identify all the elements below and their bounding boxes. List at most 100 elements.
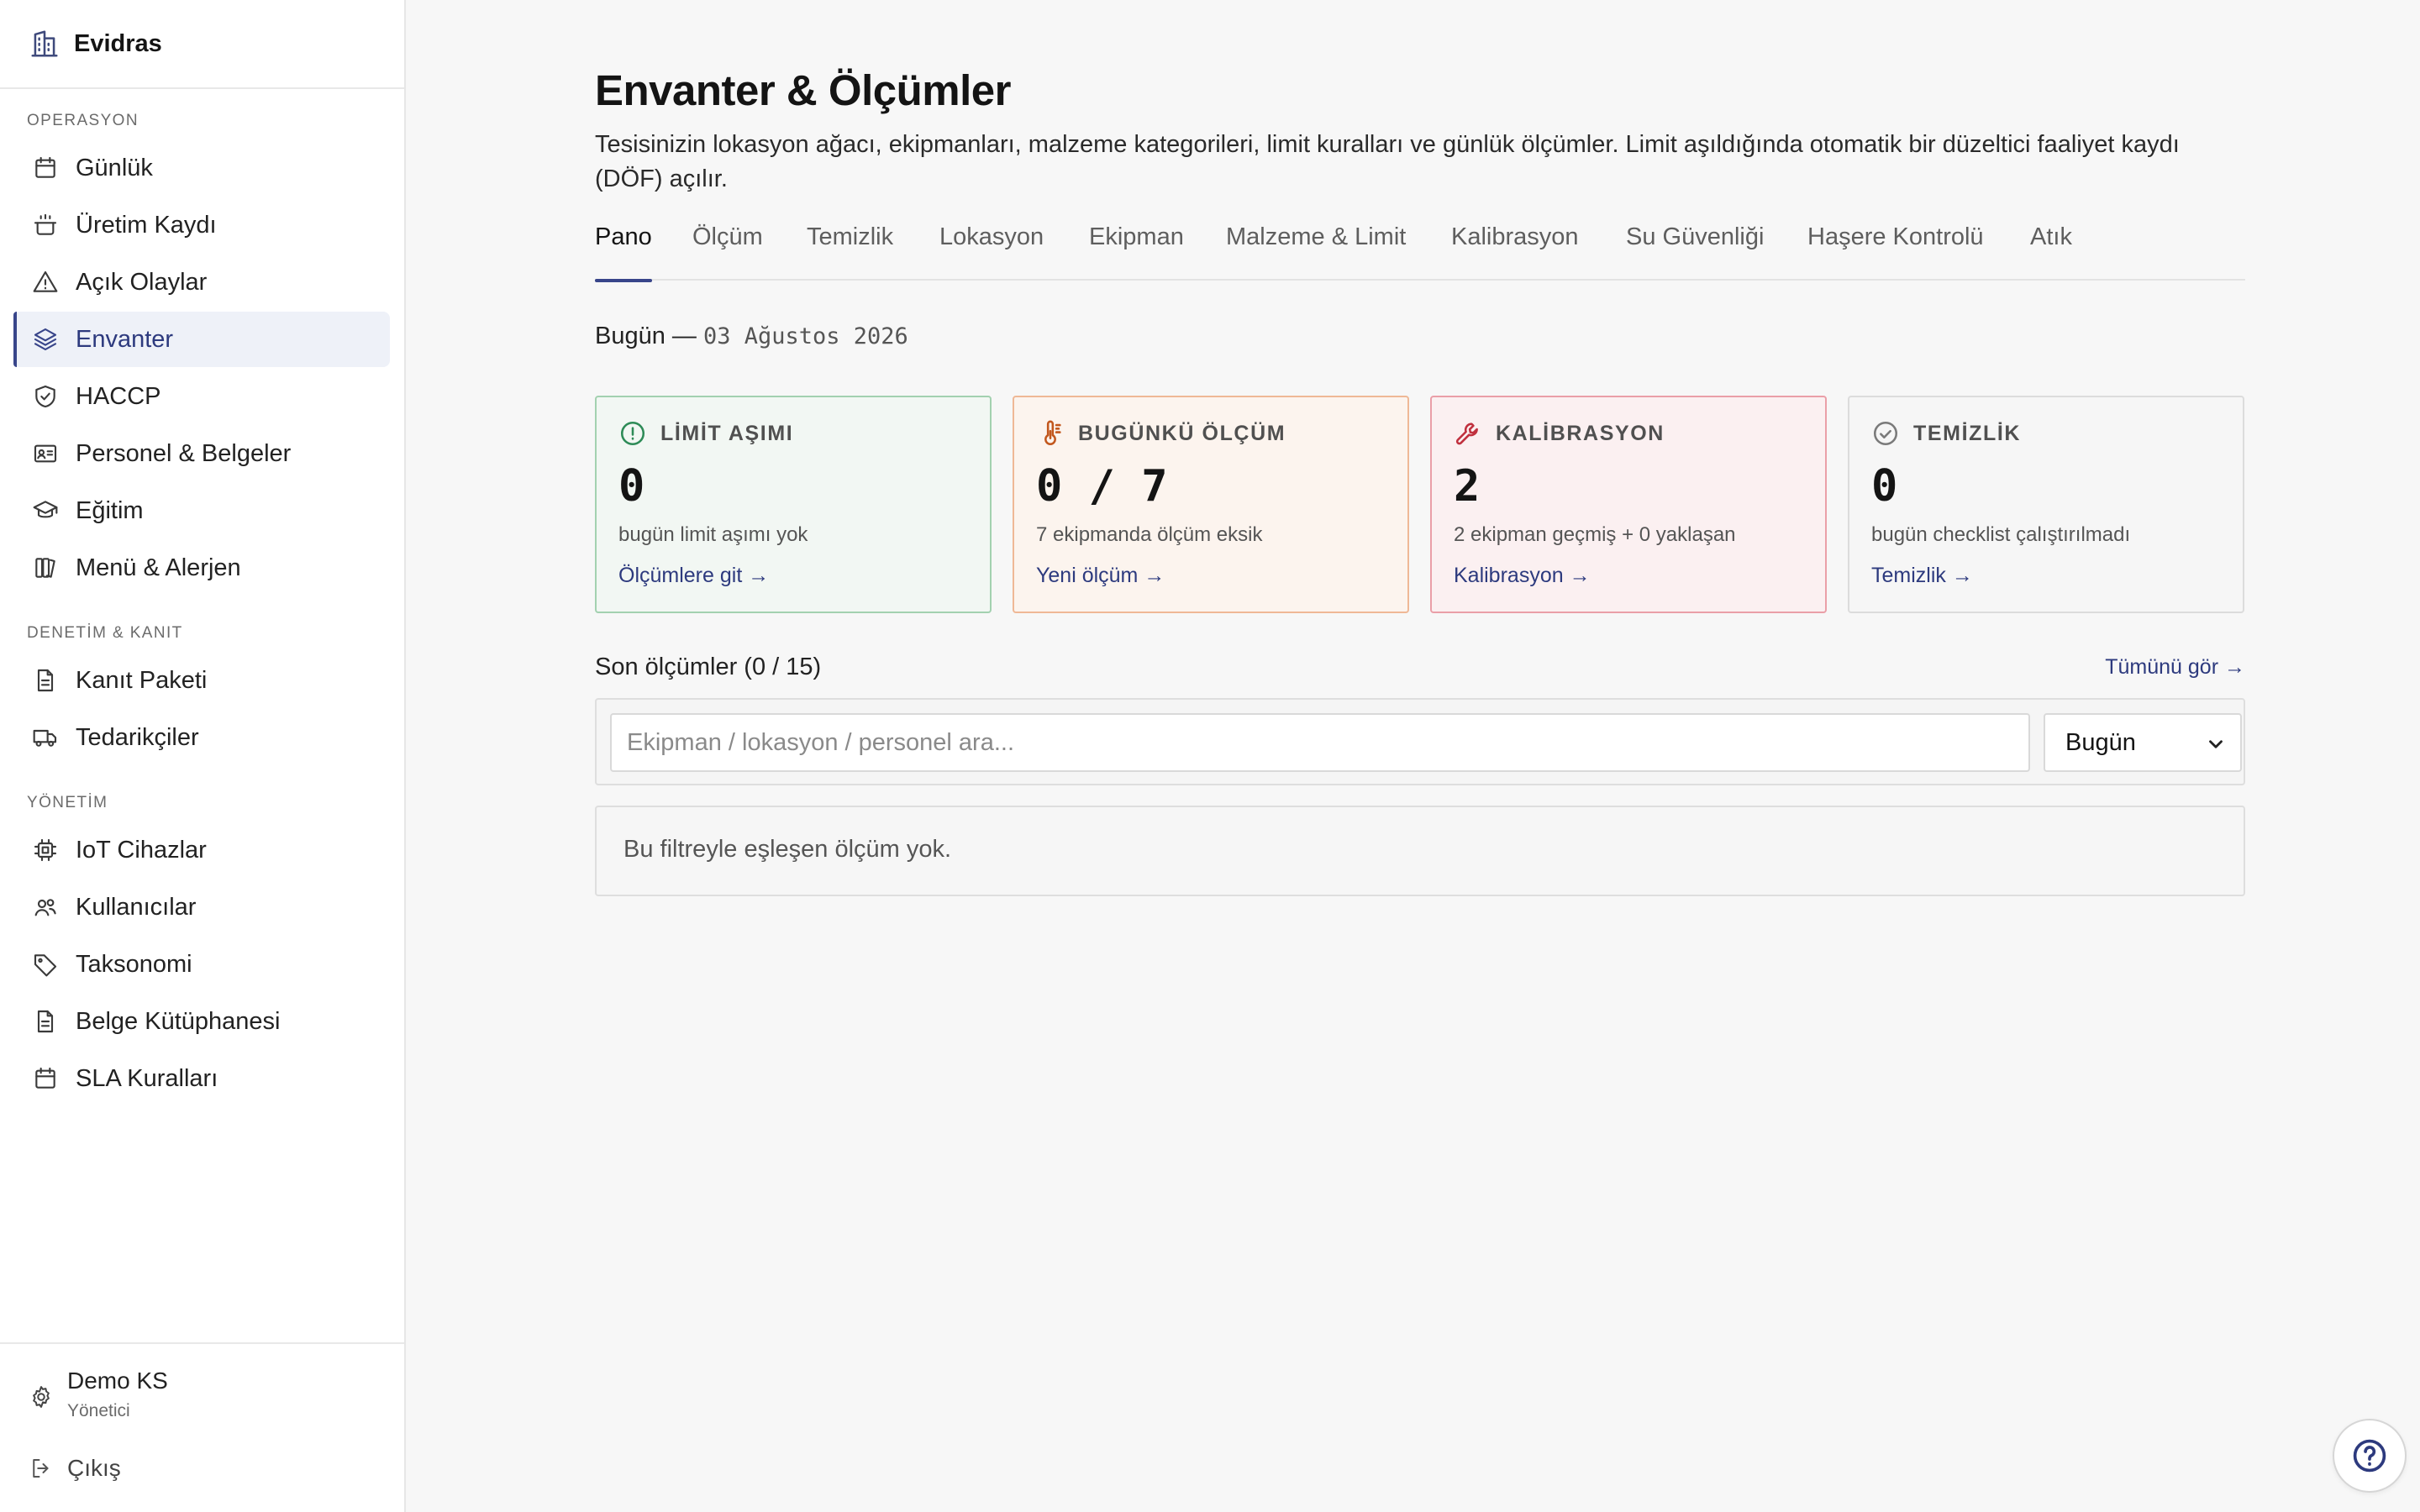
sidebar-item-taksonomi[interactable]: Taksonomi <box>13 937 390 992</box>
sidebar-item-tedarikciler[interactable]: Tedarikçiler <box>13 710 390 765</box>
cooking-pot-icon <box>32 212 59 239</box>
brand[interactable]: Evidras <box>0 0 404 89</box>
tab-hasere-kontrolu[interactable]: Haşere Kontrolü <box>1807 223 1984 281</box>
layers-icon <box>32 326 59 353</box>
calendar-icon <box>32 1065 59 1092</box>
card-subtitle: bugün limit aşımı yok <box>618 523 808 546</box>
calendar-icon <box>32 155 59 181</box>
sidebar-item-kanit-paketi[interactable]: Kanıt Paketi <box>13 653 390 708</box>
sidebar-item-iot-cihazlar[interactable]: IoT Cihazlar <box>13 822 390 878</box>
page-title: Envanter & Ölçümler <box>595 66 1012 114</box>
sidebar-item-label: Üretim Kaydı <box>76 211 217 239</box>
today-date: 03 Ağustos 2026 <box>702 323 908 349</box>
document-icon <box>32 1008 59 1035</box>
tag-icon <box>32 951 59 978</box>
sidebar-item-sla-kurallari[interactable]: SLA Kuralları <box>13 1051 390 1106</box>
book-icon <box>32 554 59 581</box>
tab-ekipman[interactable]: Ekipman <box>1089 223 1184 281</box>
logout-icon <box>29 1456 54 1481</box>
card-value: 2 <box>1454 461 1481 512</box>
user-role: Yönetici <box>67 1401 130 1420</box>
sidebar-item-envanter[interactable]: Envanter <box>13 312 390 367</box>
card-link-kalibrasyon[interactable]: Kalibrasyon → <box>1454 564 1591 588</box>
card-bugunku-olcum: BUGÜNKÜ ÖLÇÜM 0 / 7 7 ekipmanda ölçüm ek… <box>1013 396 1409 613</box>
sidebar-item-label: SLA Kuralları <box>76 1064 218 1092</box>
wrench-icon <box>1454 419 1482 448</box>
filter-bar: Bugün <box>595 698 2245 785</box>
card-subtitle: 7 ekipmanda ölçüm eksik <box>1036 523 1263 546</box>
graduation-cap-icon <box>32 497 59 524</box>
sidebar-item-egitim[interactable]: Eğitim <box>13 483 390 538</box>
logout-label: Çıkış <box>67 1455 121 1481</box>
card-title: KALİBRASYON <box>1496 421 1665 445</box>
sidebar-item-label: Envanter <box>76 325 174 353</box>
section-label-operasyon: OPERASYON <box>27 112 139 129</box>
sidebar-item-label: Taksonomi <box>76 950 192 978</box>
sidebar-item-belge-kutuphanesi[interactable]: Belge Kütüphanesi <box>13 994 390 1049</box>
card-value: 0 / 7 <box>1036 461 1168 512</box>
tab-kalibrasyon[interactable]: Kalibrasyon <box>1451 223 1579 281</box>
chevron-down-icon <box>2205 733 2227 755</box>
section-label-denetim: DENETİM & KANIT <box>27 624 183 642</box>
period-select[interactable]: Bugün <box>2044 713 2242 772</box>
user-name: Demo KS <box>67 1368 168 1394</box>
card-temizlik: TEMİZLİK 0 bugün checklist çalıştırılmad… <box>1848 396 2244 613</box>
sidebar-item-label: Günlük <box>76 154 153 181</box>
sidebar-item-label: Personel & Belgeler <box>76 439 292 467</box>
sidebar-item-kullanicilar[interactable]: Kullanıcılar <box>13 879 390 935</box>
card-header: TEMİZLİK <box>1871 419 2021 448</box>
card-link-yeni-olcum[interactable]: Yeni ölçüm → <box>1036 564 1165 588</box>
card-value: 0 <box>618 461 645 512</box>
card-title: LİMİT AŞIMI <box>660 421 794 445</box>
sidebar-item-uretim-kaydi[interactable]: Üretim Kaydı <box>13 197 390 253</box>
search-input[interactable] <box>610 713 2030 772</box>
card-link-olcumlere-git[interactable]: Ölçümlere git → <box>618 564 769 588</box>
tab-malzeme-limit[interactable]: Malzeme & Limit <box>1226 223 1406 281</box>
help-circle-icon <box>2351 1437 2388 1474</box>
user-settings[interactable] <box>29 1384 54 1410</box>
sidebar-item-menu-alerjen[interactable]: Menü & Alerjen <box>13 540 390 596</box>
alert-circle-icon <box>618 419 647 448</box>
building-icon <box>29 28 60 60</box>
tab-olcum[interactable]: Ölçüm <box>692 223 763 281</box>
sidebar-item-label: Kanıt Paketi <box>76 666 208 694</box>
warning-triangle-icon <box>32 269 59 296</box>
sidebar-item-label: Kullanıcılar <box>76 893 197 921</box>
tab-su-guvenligi[interactable]: Su Güvenliği <box>1626 223 1764 281</box>
sidebar-item-label: Menü & Alerjen <box>76 554 241 581</box>
empty-state-text: Bu filtreyle eşleşen ölçüm yok. <box>623 836 952 863</box>
sidebar-item-gunluk[interactable]: Günlük <box>13 140 390 196</box>
sidebar-item-label: Belge Kütüphanesi <box>76 1007 281 1035</box>
tab-pano[interactable]: Pano <box>595 223 652 282</box>
recent-measurements-title: Son ölçümler (0 / 15) <box>595 654 822 680</box>
card-title: BUGÜNKÜ ÖLÇÜM <box>1078 421 1286 445</box>
sidebar-item-label: Tedarikçiler <box>76 723 199 751</box>
logout-button[interactable]: Çıkış <box>29 1455 121 1482</box>
gear-icon <box>29 1384 54 1410</box>
tab-temizlik[interactable]: Temizlik <box>807 223 893 281</box>
sidebar-item-haccp[interactable]: HACCP <box>13 369 390 424</box>
card-header: BUGÜNKÜ ÖLÇÜM <box>1036 419 1286 448</box>
card-link-temizlik[interactable]: Temizlik → <box>1871 564 1973 588</box>
sidebar-item-personel-belgeler[interactable]: Personel & Belgeler <box>13 426 390 481</box>
card-value: 0 <box>1871 461 1898 512</box>
sidebar-item-label: HACCP <box>76 382 161 410</box>
sidebar-item-label: IoT Cihazlar <box>76 836 207 864</box>
thermometer-icon <box>1036 419 1065 448</box>
help-button[interactable] <box>2333 1419 2407 1493</box>
card-header: LİMİT AŞIMI <box>618 419 793 448</box>
tab-bar: Pano Ölçüm Temizlik Lokasyon Ekipman Mal… <box>595 220 2245 282</box>
tab-lokasyon[interactable]: Lokasyon <box>939 223 1044 281</box>
empty-state: Bu filtreyle eşleşen ölçüm yok. <box>595 806 2245 896</box>
sidebar-footer: Demo KS Yönetici Çıkış <box>0 1342 404 1512</box>
shield-check-icon <box>32 383 59 410</box>
tab-atik[interactable]: Atık <box>2030 223 2072 281</box>
check-circle-icon <box>1871 419 1900 448</box>
users-icon <box>32 894 59 921</box>
card-subtitle: bugün checklist çalıştırılmadı <box>1871 523 2131 546</box>
period-select-value: Bugün <box>2065 728 2136 756</box>
sidebar-item-acik-olaylar[interactable]: Açık Olaylar <box>13 255 390 310</box>
card-subtitle: 2 ekipman geçmiş + 0 yaklaşan <box>1454 523 1736 546</box>
card-kalibrasyon: KALİBRASYON 2 2 ekipman geçmiş + 0 yakla… <box>1430 396 1827 613</box>
see-all-link[interactable]: Tümünü gör → <box>2105 655 2245 680</box>
